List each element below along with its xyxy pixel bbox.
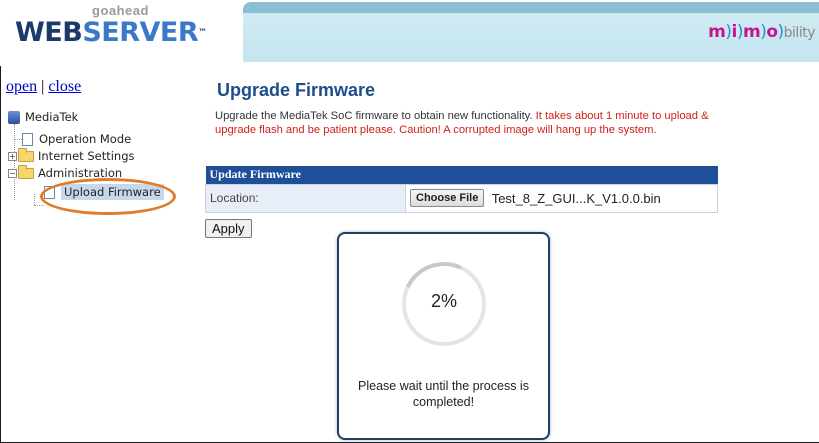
- brand-goahead: goahead: [92, 3, 149, 18]
- table-row: Location: Choose File Test_8_Z_GUI...K_V…: [205, 183, 718, 213]
- tree-line: [34, 205, 44, 206]
- header: goahead WEBSERVER™ m)i)m)o)bility: [0, 0, 819, 66]
- wait-message: Please wait until the process is complet…: [358, 379, 529, 409]
- tree-item-label: Internet Settings: [38, 149, 135, 163]
- computer-icon: [8, 110, 20, 124]
- firmware-table: Update Firmware Location: Choose File Te…: [205, 166, 718, 213]
- highlight-annotation-oval: [40, 178, 176, 215]
- expand-plus-icon[interactable]: +: [8, 151, 17, 161]
- tree-root-mediatek[interactable]: MediaTek: [8, 110, 78, 124]
- tree-toggle-links: open | close: [6, 78, 81, 96]
- logo-tail: bility: [783, 25, 816, 41]
- page-description: Upgrade the MediaTek SoC firmware to obt…: [215, 110, 720, 137]
- folder-icon: [18, 147, 34, 162]
- page-icon: [22, 132, 33, 146]
- logo-m2: m: [742, 22, 761, 42]
- tree-item-internet-settings[interactable]: + Internet Settings: [8, 147, 135, 163]
- brand-server: SERVER: [82, 17, 199, 48]
- file-input-cell: Choose File Test_8_Z_GUI...K_V1.0.0.bin: [405, 183, 718, 213]
- progress-percent: 2%: [430, 291, 457, 311]
- link-separator: |: [41, 78, 45, 95]
- brand-web: WEB: [15, 17, 83, 48]
- brand-logo: WEBSERVER™: [15, 18, 207, 48]
- apply-button[interactable]: Apply: [205, 219, 252, 238]
- logo-o: o: [766, 22, 778, 42]
- header-banner: m)i)m)o)bility: [243, 2, 819, 62]
- open-link[interactable]: open: [6, 78, 37, 95]
- folder-open-icon: [18, 164, 34, 179]
- tree-line: [34, 194, 35, 205]
- progress-dialog: 2% Please wait until the process is comp…: [337, 232, 550, 440]
- close-link[interactable]: close: [48, 78, 81, 95]
- tree-item-label: Operation Mode: [39, 132, 132, 146]
- partner-logo: m)i)m)o)bility: [708, 22, 815, 42]
- choose-file-button[interactable]: Choose File: [410, 189, 485, 207]
- sidebar: open | close MediaTek Operation Mode + I…: [0, 70, 200, 443]
- tree-line: [14, 139, 22, 140]
- description-text: Upgrade the MediaTek SoC firmware to obt…: [215, 110, 536, 122]
- tree-root-label: MediaTek: [25, 110, 79, 124]
- logo-m1: m: [708, 22, 726, 42]
- collapse-minus-icon[interactable]: −: [8, 168, 17, 178]
- tree-item-operation-mode[interactable]: Operation Mode: [22, 132, 131, 146]
- selected-file-name: Test_8_Z_GUI...K_V1.0.0.bin: [491, 190, 661, 206]
- page-title: Upgrade Firmware: [217, 80, 376, 100]
- location-label: Location:: [205, 183, 406, 213]
- brand-trademark: ™: [198, 28, 207, 38]
- table-header: Update Firmware: [205, 166, 718, 184]
